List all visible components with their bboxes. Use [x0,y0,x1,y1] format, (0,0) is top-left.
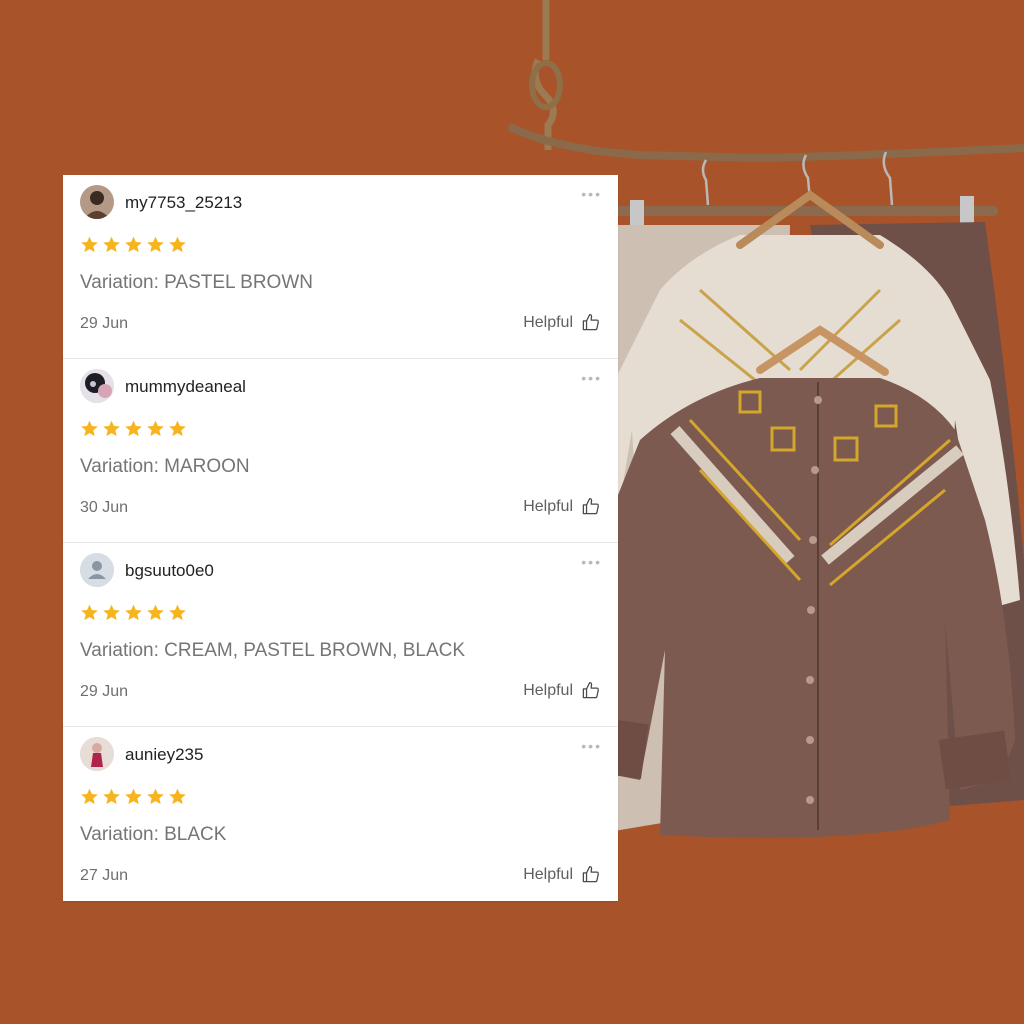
more-options-icon[interactable]: ••• [581,187,602,201]
review-date: 27 Jun [80,867,129,884]
thumbs-up-icon [582,865,599,883]
star-icon [125,420,142,437]
more-options-icon[interactable]: ••• [581,555,602,569]
reviews-panel: my7753_25213 ••• Variation: PASTEL BROWN… [63,175,618,901]
star-icon [147,236,164,253]
username[interactable]: bgsuuto0e0 [125,561,214,581]
star-icon [103,236,120,253]
review-date: 30 Jun [80,499,129,516]
thumbs-up-icon [582,681,599,699]
star-icon [147,788,164,805]
helpful-button[interactable]: Helpful [523,497,600,516]
star-rating [80,419,190,439]
review-date: 29 Jun [80,315,129,332]
star-icon [103,420,120,437]
star-icon [147,604,164,621]
review-item: bgsuuto0e0 ••• Variation: CREAM, PASTEL … [63,543,618,727]
username[interactable]: mummydeaneal [125,377,246,397]
star-icon [169,420,186,437]
star-icon [81,788,98,805]
variation-text: Variation: BLACK [80,824,227,845]
star-icon [125,604,142,621]
helpful-label: Helpful [523,497,573,515]
user-avatar[interactable] [80,185,114,219]
more-options-icon[interactable]: ••• [581,739,602,753]
branch [508,124,1024,163]
helpful-label: Helpful [523,313,573,331]
star-icon [169,236,186,253]
star-icon [147,420,164,437]
star-icon [125,788,142,805]
thumbs-up-icon [582,497,599,515]
review-item: auniey235 ••• Variation: BLACK 27 Jun He… [63,727,618,901]
star-icon [125,236,142,253]
star-rating [80,603,190,623]
user-avatar[interactable] [80,369,114,403]
star-icon [81,420,98,437]
helpful-button[interactable]: Helpful [523,865,600,884]
review-item: my7753_25213 ••• Variation: PASTEL BROWN… [63,175,618,359]
review-date: 29 Jun [80,683,129,700]
user-avatar[interactable] [80,553,114,587]
star-icon [103,788,120,805]
helpful-button[interactable]: Helpful [523,313,600,332]
helpful-label: Helpful [523,681,573,699]
star-icon [169,604,186,621]
username[interactable]: my7753_25213 [125,193,242,213]
variation-text: Variation: PASTEL BROWN [80,272,313,293]
username[interactable]: auniey235 [125,745,203,765]
more-options-icon[interactable]: ••• [581,371,602,385]
star-rating [80,235,190,255]
variation-text: Variation: CREAM, PASTEL BROWN, BLACK [80,640,466,661]
star-rating [80,787,190,807]
helpful-button[interactable]: Helpful [523,681,600,700]
thumbs-up-icon [582,313,599,331]
user-avatar[interactable] [80,737,114,771]
star-icon [81,604,98,621]
review-item: mummydeaneal ••• Variation: MAROON 30 Ju… [63,359,618,543]
rope [531,0,557,150]
star-icon [103,604,120,621]
variation-text: Variation: MAROON [80,456,250,477]
star-icon [169,788,186,805]
star-icon [81,236,98,253]
helpful-label: Helpful [523,865,573,883]
